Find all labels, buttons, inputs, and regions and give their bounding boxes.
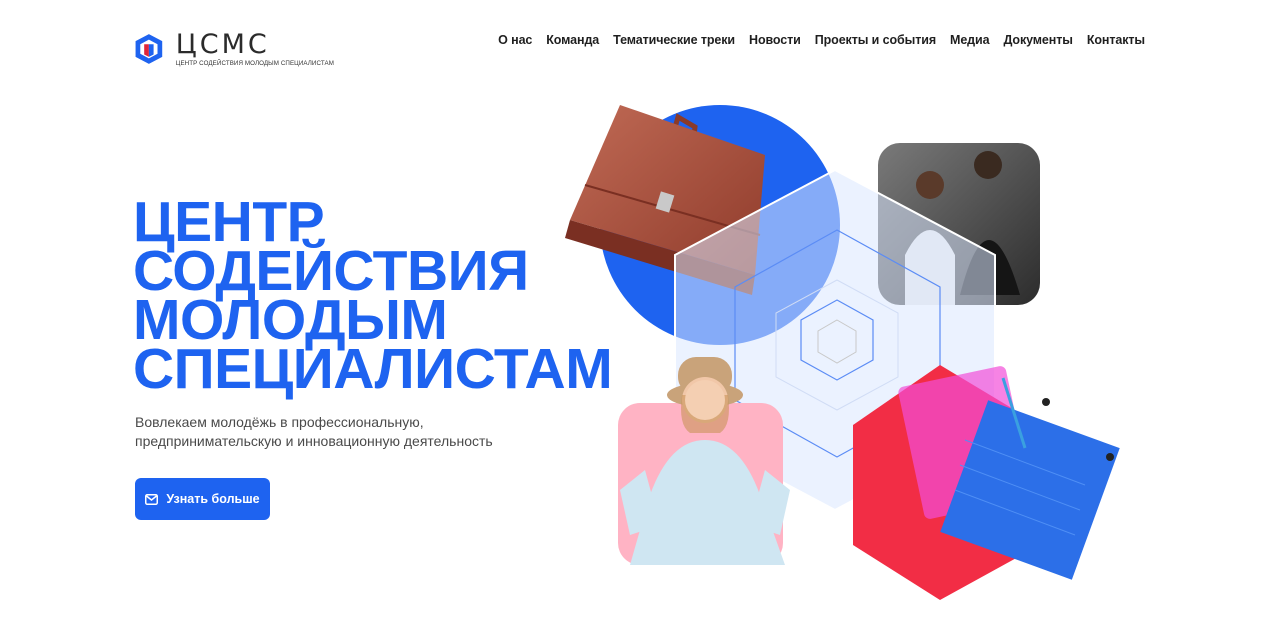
main-nav: О нас Команда Тематические треки Новости… [484,33,1145,47]
nav-item-documents[interactable]: Документы [1003,33,1072,47]
nav-item-about[interactable]: О нас [498,33,532,47]
nav-item-team[interactable]: Команда [546,33,599,47]
hero-illustration [560,95,1160,615]
nav-item-media[interactable]: Медиа [950,33,990,47]
learn-more-label: Узнать больше [166,492,260,506]
nav-item-news[interactable]: Новости [749,33,801,47]
logo-word: ЦСМС [175,29,270,60]
nav-item-contacts[interactable]: Контакты [1087,33,1145,47]
nav-item-tracks[interactable]: Тематические треки [613,33,735,47]
learn-more-button[interactable]: Узнать больше [135,478,270,520]
envelope-icon [145,493,159,505]
hero-subtitle: Вовлекаем молодёжь в профессиональную, п… [135,414,493,449]
hexagon-logo-icon [135,34,163,64]
logo[interactable]: ЦСМС ЦЕНТР СОДЕЙСТВИЯ МОЛОДЫМ СПЕЦИАЛИСТ… [134,29,334,71]
logo-subtitle: ЦЕНТР СОДЕЙСТВИЯ МОЛОДЫМ СПЕЦИАЛИСТАМ [175,60,334,67]
nav-item-projects[interactable]: Проекты и события [815,33,936,47]
site-header: ЦСМС ЦЕНТР СОДЕЙСТВИЯ МОЛОДЫМ СПЕЦИАЛИСТ… [0,0,1280,84]
hero-collage [565,105,1120,600]
